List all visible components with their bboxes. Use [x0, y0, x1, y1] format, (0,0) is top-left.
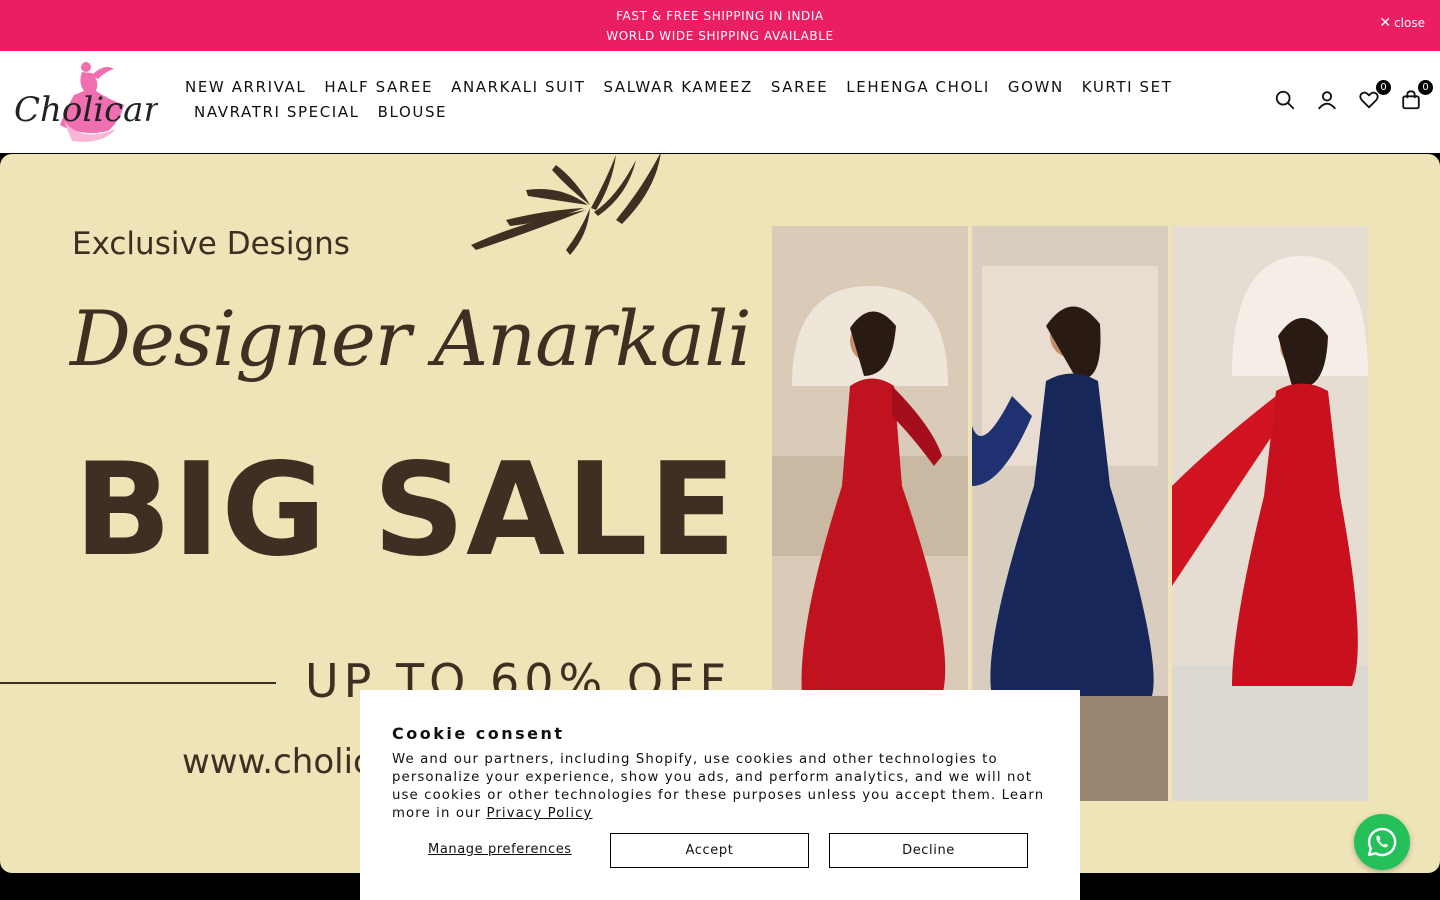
nav-item-new-arrival[interactable]: NEW ARRIVAL [185, 75, 306, 100]
announcement-line-1: FAST & FREE SHIPPING IN INDIA [616, 9, 824, 23]
decline-button[interactable]: Decline [829, 833, 1028, 868]
wishlist-button[interactable]: 0 [1358, 79, 1392, 113]
account-button[interactable] [1316, 89, 1340, 113]
announcement-close-label: close [1394, 16, 1425, 30]
nav-row-2: NAVRATRI SPECIAL BLOUSE [185, 100, 1185, 125]
nav-item-gown[interactable]: GOWN [1008, 75, 1064, 100]
nav-row-1: NEW ARRIVAL HALF SAREE ANARKALI SUIT SALWAR… [185, 75, 1185, 100]
cart-button[interactable]: 0 [1400, 79, 1434, 113]
announcement-bar: FAST & FREE SHIPPING IN INDIA WORLD WIDE… [0, 0, 1440, 51]
header-actions: 0 0 [1274, 79, 1434, 113]
nav-item-salwar-kameez[interactable]: SALWAR KAMEEZ [604, 75, 753, 100]
announcement-text: FAST & FREE SHIPPING IN INDIA WORLD WIDE… [0, 6, 1440, 46]
nav-item-blouse[interactable]: BLOUSE [378, 100, 448, 125]
logo-text: Cholicart [14, 90, 158, 130]
nav-item-saree[interactable]: SAREE [771, 75, 828, 100]
hero-exclusive-text: Exclusive Designs [72, 226, 350, 262]
site-header: Cholicart NEW ARRIVAL HALF SAREE ANARKALI … [0, 51, 1440, 154]
whatsapp-chat-button[interactable] [1354, 814, 1410, 870]
close-icon: ✕ [1379, 15, 1392, 31]
leaf-decoration [471, 154, 661, 255]
hero-url-text: www.cholic [182, 742, 372, 782]
manage-preferences-link[interactable]: Manage preferences [428, 842, 572, 857]
model-photo-red-right [1172, 226, 1368, 801]
whatsapp-icon [1367, 827, 1397, 857]
announcement-close-button[interactable]: ✕ close [1379, 16, 1425, 30]
cookie-consent-dialog: Cookie consent We and our partners, incl… [360, 690, 1080, 900]
cookie-actions: Manage preferences Accept Decline [392, 833, 1028, 869]
nav-item-lehenga-choli[interactable]: LEHENGA CHOLI [846, 75, 990, 100]
account-icon [1318, 91, 1336, 110]
cookie-description: We and our partners, including Shopify, … [392, 751, 1048, 823]
search-button[interactable] [1274, 89, 1298, 113]
cart-count-badge: 0 [1417, 79, 1434, 96]
nav-item-anarkali-suit[interactable]: ANARKALI SUIT [451, 75, 585, 100]
nav-item-kurti-set[interactable]: KURTI SET [1082, 75, 1173, 100]
nav-item-navratri-special[interactable]: NAVRATRI SPECIAL [194, 100, 360, 125]
wishlist-count-badge: 0 [1375, 79, 1392, 96]
search-icon [1275, 90, 1295, 110]
main-nav: NEW ARRIVAL HALF SAREE ANARKALI SUIT SALWAR… [185, 75, 1185, 125]
hero-divider-line [0, 682, 276, 684]
announcement-line-2: WORLD WIDE SHIPPING AVAILABLE [606, 29, 834, 43]
cookie-title: Cookie consent [392, 724, 565, 743]
nav-item-half-saree[interactable]: HALF SAREE [324, 75, 433, 100]
hero-big-sale: BIG SALE [74, 436, 738, 585]
site-logo[interactable]: Cholicart [12, 55, 174, 147]
privacy-policy-link[interactable]: Privacy Policy [486, 806, 592, 821]
accept-button[interactable]: Accept [610, 833, 809, 868]
